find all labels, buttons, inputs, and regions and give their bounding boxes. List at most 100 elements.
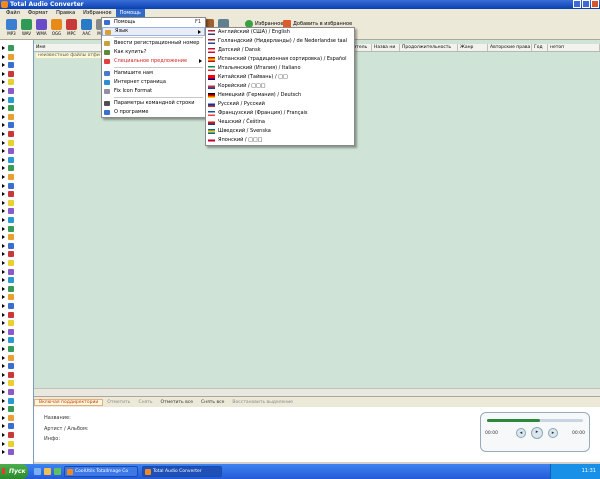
expand-arrow-icon[interactable] <box>2 415 5 420</box>
tree-folder-item[interactable] <box>2 207 32 215</box>
language-item[interactable]: Испанский (традиционная сортировка) / Es… <box>206 55 354 64</box>
expand-arrow-icon[interactable] <box>2 295 5 300</box>
folder-tree[interactable] <box>0 40 34 464</box>
expand-arrow-icon[interactable] <box>2 123 5 128</box>
help-menu-item[interactable]: Параметры командной строки <box>102 99 205 108</box>
tool-mpc-button[interactable]: MPC <box>64 19 79 39</box>
tree-folder-item[interactable] <box>2 182 32 190</box>
column-header[interactable]: Жанр <box>458 44 488 51</box>
language-item[interactable]: Шведский / Svenska <box>206 127 354 136</box>
language-item[interactable]: Немецкий (Германия) / Deutsch <box>206 91 354 100</box>
tree-folder-item[interactable] <box>2 216 32 224</box>
expand-arrow-icon[interactable] <box>2 398 5 403</box>
tree-folder-item[interactable] <box>2 139 32 147</box>
column-header[interactable]: Год <box>532 44 548 51</box>
expand-arrow-icon[interactable] <box>2 97 5 102</box>
tree-folder-item[interactable] <box>2 87 32 95</box>
expand-arrow-icon[interactable] <box>2 226 5 231</box>
expand-arrow-icon[interactable] <box>2 347 5 351</box>
expand-arrow-icon[interactable] <box>2 200 5 205</box>
expand-arrow-icon[interactable] <box>2 235 5 240</box>
tree-folder-item[interactable] <box>2 388 32 396</box>
tool-wma-button[interactable]: WMA <box>34 19 49 39</box>
tree-folder-item[interactable] <box>2 113 32 121</box>
help-menu-item[interactable]: Ввести регистрационный номер <box>102 39 205 48</box>
tree-folder-item[interactable] <box>2 311 32 319</box>
expand-arrow-icon[interactable] <box>2 390 5 394</box>
tree-folder-item[interactable] <box>2 276 32 284</box>
help-menu-item[interactable]: О программе <box>102 108 205 117</box>
expand-arrow-icon[interactable] <box>2 106 5 111</box>
language-item[interactable]: Русский / Русский <box>206 100 354 109</box>
expand-arrow-icon[interactable] <box>2 321 5 326</box>
tool-aac-button[interactable]: AAC <box>79 19 94 39</box>
tree-folder-item[interactable] <box>2 233 32 241</box>
expand-arrow-icon[interactable] <box>2 329 5 334</box>
tree-folder-item[interactable] <box>2 336 32 344</box>
quicklaunch-folder-icon[interactable] <box>44 468 51 475</box>
tree-folder-item[interactable] <box>2 440 32 448</box>
expand-arrow-icon[interactable] <box>2 364 5 369</box>
check-all-button[interactable]: Отметить все <box>157 400 197 405</box>
minimize-button[interactable] <box>573 0 581 8</box>
maximize-button[interactable] <box>582 0 590 8</box>
uncheck-all-button[interactable]: Снять все <box>197 400 228 405</box>
horizontal-scrollbar[interactable] <box>34 388 600 396</box>
help-menu-item[interactable]: Как купить? <box>102 48 205 57</box>
help-menu-item[interactable]: Fix Icon Format <box>102 87 205 96</box>
help-menu-item[interactable]: Помощь F1 <box>102 18 205 27</box>
quicklaunch-ie-icon[interactable] <box>34 468 41 475</box>
tree-folder-item[interactable] <box>2 302 32 310</box>
tree-folder-item[interactable] <box>2 397 32 405</box>
uncheck-button[interactable]: Снять <box>134 400 156 405</box>
tree-folder-item[interactable] <box>2 53 32 61</box>
tree-folder-item[interactable] <box>2 173 32 181</box>
expand-arrow-icon[interactable] <box>2 80 5 85</box>
expand-arrow-icon[interactable] <box>2 407 5 412</box>
close-button[interactable] <box>591 0 599 8</box>
expand-arrow-icon[interactable] <box>2 278 5 283</box>
column-header[interactable]: Продолжительность <box>400 44 458 51</box>
tree-folder-item[interactable] <box>2 354 32 362</box>
expand-arrow-icon[interactable] <box>2 54 5 59</box>
language-item[interactable]: Корейский / □□□ <box>206 82 354 91</box>
restore-selection-button[interactable]: Восстановить выделение <box>228 400 297 405</box>
tree-folder-item[interactable] <box>2 414 32 422</box>
tree-folder-item[interactable] <box>2 250 32 258</box>
tree-folder-item[interactable] <box>2 225 32 233</box>
language-item[interactable]: Чешский / Čeština <box>206 118 354 127</box>
expand-arrow-icon[interactable] <box>2 252 5 257</box>
column-header[interactable]: Назва ни <box>372 44 400 51</box>
forward-button[interactable]: ▸ <box>548 428 558 438</box>
play-button[interactable]: ▸ <box>531 427 543 439</box>
tree-folder-item[interactable] <box>2 268 32 276</box>
language-item[interactable]: Итальянский (Италия) / Italiano <box>206 64 354 73</box>
tree-folder-item[interactable] <box>2 319 32 327</box>
expand-arrow-icon[interactable] <box>2 89 5 93</box>
help-menu-item[interactable]: Напишите нам <box>102 69 205 78</box>
expand-arrow-icon[interactable] <box>2 312 5 317</box>
menu-file[interactable]: Файл <box>2 9 24 18</box>
expand-arrow-icon[interactable] <box>2 261 5 265</box>
expand-arrow-icon[interactable] <box>2 46 5 50</box>
tree-folder-item[interactable] <box>2 422 32 430</box>
tree-folder-item[interactable] <box>2 431 32 439</box>
expand-arrow-icon[interactable] <box>2 63 5 68</box>
expand-arrow-icon[interactable] <box>2 243 5 248</box>
help-menu-item[interactable]: Интернет страница <box>102 78 205 87</box>
tree-folder-item[interactable] <box>2 147 32 155</box>
tree-folder-item[interactable] <box>2 190 32 198</box>
tree-folder-item[interactable] <box>2 156 32 164</box>
start-button[interactable]: Пуск <box>0 464 28 479</box>
tree-folder-item[interactable] <box>2 371 32 379</box>
language-item[interactable]: Датский / Dansk <box>206 46 354 55</box>
expand-arrow-icon[interactable] <box>2 286 5 291</box>
tree-folder-item[interactable] <box>2 405 32 413</box>
seek-bar[interactable] <box>487 419 583 422</box>
expand-arrow-icon[interactable] <box>2 166 5 171</box>
expand-arrow-icon[interactable] <box>2 132 5 136</box>
help-menu-item[interactable]: Язык <box>102 27 205 36</box>
task-totalaudio[interactable]: Total Audio Converter <box>142 466 222 477</box>
expand-arrow-icon[interactable] <box>2 381 5 386</box>
tree-folder-item[interactable] <box>2 164 32 172</box>
